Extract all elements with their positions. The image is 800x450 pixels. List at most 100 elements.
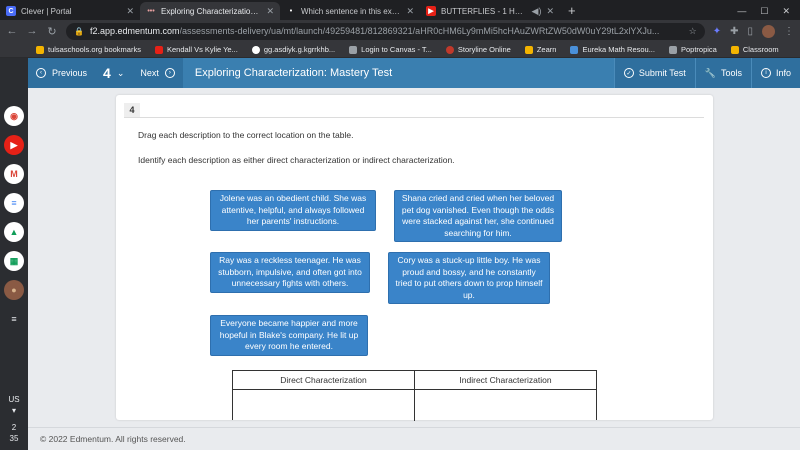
bookmark-classroom[interactable]: Classroom [730,45,779,54]
submit-test-button[interactable]: ✓ Submit Test [613,58,695,88]
maximize-icon[interactable]: ☐ [760,6,768,17]
menu-icon[interactable]: ⋮ [784,26,794,37]
chevron-right-icon: › [164,68,175,78]
reload-icon[interactable]: ↻ [46,25,58,38]
question-number-badge: 4 [124,103,140,117]
chrome-app-icon[interactable]: ◉ [4,106,24,126]
tab-title: Clever | Portal [21,6,72,16]
check-circle-icon: ✓ [623,68,634,78]
drive-app-icon[interactable]: ▲ [4,222,24,242]
browser-tab-butterflies[interactable]: ▶ BUTTERFLIES - 1 HOUR - Yo ◀) ✕ [420,2,560,20]
copyright-text: © 2022 Edmentum. All rights reserved. [40,434,186,444]
extension-icon[interactable]: ✦ [713,26,721,37]
page-footer: © 2022 Edmentum. All rights reserved. [28,427,800,450]
bookmark-storyline[interactable]: Storyline Online [445,45,511,54]
question-card: 4 Drag each description to the correct l… [116,95,713,421]
youtube-icon [154,45,163,54]
draggable-tile-ray[interactable]: Ray was a reckless teenager. He was stub… [210,252,370,293]
system-tray[interactable]: US ▾ 2 35 [8,394,19,444]
characterization-table: Direct Characterization Indirect Charact… [232,370,597,421]
sheets-app-icon[interactable]: ▦ [4,251,24,271]
browser-tab-strip: C Clever | Portal ✕ ••• Exploring Charac… [0,0,800,20]
docs-app-icon[interactable]: ≡ [4,193,24,213]
user-avatar-icon[interactable]: ● [4,280,24,300]
browser-tab-which-sentence[interactable]: • Which sentence in this excerpt fr ✕ [280,2,420,20]
zearn-icon [524,45,533,54]
draggable-tile-blake[interactable]: Everyone became happier and more hopeful… [210,315,368,356]
speaker-icon[interactable]: ◀) [532,6,542,17]
chevron-left-icon: ‹ [36,68,46,78]
test-title: Exploring Characterization: Mastery Test [182,58,614,88]
drop-zone-direct[interactable] [233,390,415,421]
clock-minute: 35 [9,434,19,443]
youtube-favicon-icon: ▶ [426,6,436,16]
instruction-identify: Identify each description as either dire… [138,155,455,165]
drop-zone-indirect[interactable] [415,390,596,421]
info-icon: i [760,68,771,78]
puzzle-icon[interactable]: ✚ [730,26,738,37]
new-tab-button[interactable]: + [560,2,584,20]
close-tab-icon[interactable]: ✕ [126,6,134,17]
bookmark-kendall[interactable]: Kendall Vs Kylie Ye... [154,45,238,54]
notes-app-icon[interactable]: ≡ [4,309,24,329]
tools-button[interactable]: 🔧 Tools [694,58,751,88]
wifi-icon: ▾ [11,406,16,415]
star-icon[interactable]: ☆ [689,26,697,37]
bookmark-gg[interactable]: gg.asdiyk.g.kgrrkhb... [251,45,335,54]
tab-title: BUTTERFLIES - 1 HOUR - Yo [441,6,527,16]
url-bar[interactable]: 🔒 f2.app.edmentum.com/assessments-delive… [66,22,705,40]
page-icon [668,45,677,54]
locale-label: US [8,395,20,404]
draggable-tile-cory[interactable]: Cory was a stuck-up little boy. He was p… [388,252,550,304]
draggable-tile-shana[interactable]: Shana cried and cried when her beloved p… [394,190,562,242]
gmail-app-icon[interactable]: M [4,164,24,184]
bookmark-eureka[interactable]: Eureka Math Resou... [570,45,655,54]
edmentum-favicon-icon: ••• [147,7,155,15]
column-header-indirect: Indirect Characterization [459,375,552,385]
wrench-icon: 🔧 [704,67,716,78]
back-arrow-icon[interactable]: ← [6,25,18,37]
folder-icon [36,45,44,54]
tab-title: Which sentence in this excerpt fr [301,6,401,16]
sidebar-icon[interactable]: ▯ [747,26,753,37]
classroom-icon [730,45,739,54]
forward-arrow-icon[interactable]: → [26,25,38,37]
brainly-favicon-icon: • [289,7,293,15]
page-icon [349,45,358,54]
bookmark-canvas[interactable]: Login to Canvas - T... [349,45,432,54]
tab-title: Exploring Characterization: Mas [161,6,261,16]
browser-tab-clever[interactable]: C Clever | Portal ✕ [0,2,140,20]
close-tab-icon[interactable]: ✕ [266,6,274,17]
clever-favicon-icon: C [6,6,16,16]
url-host: f2.app.edmentum.com [89,26,180,36]
close-tab-icon[interactable]: ✕ [546,6,554,17]
profile-avatar[interactable] [762,24,775,38]
info-button[interactable]: i Info [750,58,800,88]
eureka-icon [570,45,579,54]
close-tab-icon[interactable]: ✕ [406,6,414,17]
url-path: /assessments-delivery/ua/mt/launch/49259… [179,26,660,36]
address-bar-row: ← → ↻ 🔒 f2.app.edmentum.com/assessments-… [0,20,800,42]
minimize-icon[interactable]: — [737,6,746,16]
storyline-icon [445,45,454,54]
chevron-down-icon: ⌄ [116,67,125,78]
bookmark-zearn[interactable]: Zearn [524,45,556,54]
close-window-icon[interactable]: ✕ [782,6,790,17]
bookmark-tulsaschools[interactable]: tulsaschools.org bookmarks [36,45,141,54]
lock-icon[interactable]: 🔒 [74,27,84,36]
google-icon [251,45,260,54]
divider [124,117,704,118]
youtube-app-icon[interactable]: ▶ [4,135,24,155]
clock-hour: 2 [11,423,17,432]
draggable-tile-jolene[interactable]: Jolene was an obedient child. She was at… [210,190,376,231]
instruction-drag: Drag each description to the correct loc… [138,130,354,140]
next-button[interactable]: Next › [132,58,183,88]
os-shelf: ◉ ▶ M ≡ ▲ ▦ ● ≡ US ▾ 2 35 [0,58,28,450]
previous-button[interactable]: ‹ Previous [28,58,95,88]
bookmarks-bar: tulsaschools.org bookmarks Kendall Vs Ky… [0,42,800,58]
question-selector[interactable]: 4 ⌄ [95,58,132,88]
bookmark-poptropica[interactable]: Poptropica [668,45,717,54]
column-header-direct: Direct Characterization [233,371,415,389]
browser-tab-edmentum[interactable]: ••• Exploring Characterization: Mas ✕ [140,2,280,20]
test-header: ‹ Previous 4 ⌄ Next › Exploring Characte… [28,58,800,88]
